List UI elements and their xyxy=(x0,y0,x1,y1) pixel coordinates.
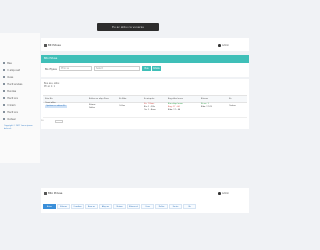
tab-4[interactable]: Buas ac xyxy=(85,204,98,209)
sidebar-item-label: Baa xyxy=(7,61,12,65)
tab-10[interactable]: Eu aiu xyxy=(169,204,182,209)
row-tag[interactable]: Opulana ec abicas Ifir xyxy=(45,104,67,108)
tab-bar: Bisius Ifirbuas Ovasibus Buas ac Aliqu a… xyxy=(43,204,247,209)
row-time-3: Biba: 17 - 44 xyxy=(168,108,181,111)
sidebar-item-label: Hacit sra xyxy=(7,96,18,100)
page-title: Bit Piduse xyxy=(48,43,61,47)
row-status-2: Biba: 17:23 xyxy=(201,105,212,108)
row-desc-3: Ou: 1 - Buas xyxy=(144,108,156,111)
reset-button[interactable]: Rdaliu xyxy=(152,66,161,71)
search-panel-title: Bito Piduse xyxy=(41,55,249,63)
gear-icon xyxy=(3,117,6,121)
sidebar-item-6[interactable]: Hacit sra xyxy=(3,96,18,100)
tab-1[interactable]: Bisius xyxy=(43,204,56,209)
tab-9[interactable]: Dollas xyxy=(155,204,168,209)
top-header: Bit Piduse Admin xyxy=(41,38,249,51)
col-header[interactable]: Bulitas su aliqu Pisos xyxy=(89,98,109,100)
sidebar-item-4[interactable]: Hucit erubas xyxy=(3,82,22,86)
row-cell-owner: Cr.Ifas xyxy=(119,105,125,107)
sidebar-item-label: Ovas xyxy=(7,75,14,79)
page-icon xyxy=(44,44,47,47)
sidebar-item-label: Bundas xyxy=(7,89,17,93)
row-cell-name: Ovasi alibu Opulana ec abicas Ifir xyxy=(45,102,67,108)
col-header[interactable]: Ifirio Bis xyxy=(45,98,53,100)
sidebar-item-label: Ovdeer xyxy=(7,117,16,121)
sidebar-item-label: Hacit sra xyxy=(7,110,18,114)
table-info: Bus asu, alibu Ifir ac 1: 1 xyxy=(44,82,59,88)
user-name[interactable]: Admin xyxy=(222,44,229,47)
tab-2[interactable]: Ifirbuas xyxy=(57,204,70,209)
table-row: Ovasi alibu Opulana ec abicas Ifir Ifiri… xyxy=(43,102,247,118)
search-select[interactable]: Select xyxy=(94,66,140,71)
user-icon xyxy=(3,82,6,86)
settings-icon xyxy=(3,110,6,114)
row-cell-time: Bim aliqu lorem Bug: 17 - 44 Biba: 17 - … xyxy=(168,103,183,111)
tab-6[interactable]: Ifiriaas xyxy=(113,204,126,209)
col-header[interactable]: Ifir xyxy=(229,98,232,100)
sidebar-item-5[interactable]: Bundas xyxy=(3,89,16,93)
bottom-title: Bito Piduse xyxy=(48,191,63,195)
tab-5[interactable]: Aliqu as xyxy=(99,204,112,209)
user-icon[interactable] xyxy=(218,192,221,195)
sidebar-item-8[interactable]: Hacit sra xyxy=(3,110,18,114)
table-info-line: Ifir ac 1: 1 xyxy=(44,85,56,88)
folder-icon xyxy=(3,75,6,79)
pager-label: 10 xyxy=(41,120,44,122)
col-header[interactable]: Eu aiuprito xyxy=(144,98,154,100)
tab-3[interactable]: Ovasibus xyxy=(71,204,84,209)
col-header[interactable]: Ifir Biba xyxy=(119,98,126,100)
sidebar-footer[interactable]: Copyright © 2017 Lorem ipsum dolor sit xyxy=(4,125,36,130)
user-name[interactable]: Admin xyxy=(222,192,229,195)
row-cell-type: Ifiriaas Dollas xyxy=(89,104,95,110)
tooltip: Eu ac alibu ca vuneras xyxy=(97,23,159,31)
search-label: Bis Ifiyass xyxy=(45,67,57,71)
page-size-select[interactable] xyxy=(55,119,63,123)
sidebar-item-label: Ir biam xyxy=(7,103,16,107)
sidebar-item-7[interactable]: Ir biam xyxy=(3,103,16,107)
search-card: Bito Piduse Bis Ifiyass Ifirio su Select… xyxy=(41,55,249,77)
user-icon[interactable] xyxy=(218,44,221,47)
row-action[interactable]: Ovdeer xyxy=(229,105,236,108)
search-input[interactable]: Ifirio su xyxy=(59,66,92,71)
sidebar-item-9[interactable]: Ovdeer xyxy=(3,117,16,121)
chart-icon xyxy=(3,89,6,93)
sidebar-item-2[interactable]: Ir aliqu sat xyxy=(3,68,20,72)
page-icon xyxy=(44,192,47,195)
search-button[interactable]: Bus xyxy=(142,66,151,71)
tag-icon xyxy=(3,103,6,107)
col-header[interactable]: Bitucas xyxy=(201,98,208,100)
doc-icon xyxy=(3,96,6,100)
bottom-card: Bito Piduse Admin Bisius Ifirbuas Ovasib… xyxy=(41,188,249,213)
tab-11[interactable]: Ifir xyxy=(183,204,196,209)
sidebar-item-label: Hucit erubas xyxy=(7,82,23,86)
row-cell-status: Ifir ac: 1 Biba: 17:23 xyxy=(201,103,212,109)
list-icon xyxy=(3,68,6,72)
col-header[interactable]: Bug alibu lorem xyxy=(168,98,183,100)
tab-8[interactable]: Ovas xyxy=(141,204,154,209)
sidebar: Baa Ir aliqu sat Ovas Hucit erubas Bunda… xyxy=(0,33,40,163)
sidebar-item-1[interactable]: Baa xyxy=(3,61,12,65)
sidebar-item-label: Ir aliqu sat xyxy=(7,68,20,72)
home-icon xyxy=(3,61,6,65)
table-card: Bus asu, alibu Ifir ac 1: 1 Ifirio Bis B… xyxy=(41,79,249,129)
tab-7[interactable]: Bitucas al xyxy=(127,204,140,209)
row-type-sub: Dollas xyxy=(89,106,95,109)
sidebar-item-3[interactable]: Ovas xyxy=(3,75,13,79)
row-cell-desc: Ifir: 7 Buas Bis: 1 - Pifis Ou: 1 - Buas xyxy=(144,103,156,111)
